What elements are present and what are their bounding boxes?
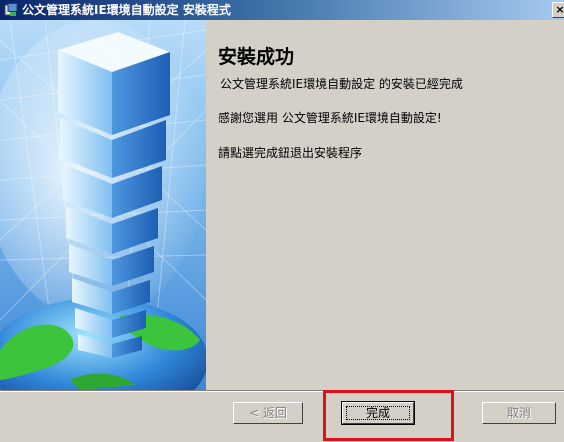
thanks-message: 感謝您選用 公文管理系統IE環境自動設定! xyxy=(218,111,442,125)
content-panel: 安裝成功 公文管理系統IE環境自動設定 的安裝已經完成 感謝您選用 公文管理系統… xyxy=(206,20,564,390)
separator-highlight xyxy=(0,391,564,392)
page-title: 安裝成功 xyxy=(218,46,295,68)
close-button[interactable]: × xyxy=(552,2,564,18)
tower-globe-illustration xyxy=(0,20,206,390)
installer-app-icon xyxy=(4,3,18,16)
installer-window: 公文管理系統IE環境自動設定 安裝程式 × 安裝成功 公文管理系統IE環境自動設… xyxy=(0,0,564,442)
title-bar[interactable]: 公文管理系統IE環境自動設定 安裝程式 × xyxy=(0,0,564,20)
close-icon: × xyxy=(555,3,564,16)
window-title: 公文管理系統IE環境自動設定 安裝程式 xyxy=(22,3,231,17)
instruction-message: 請點選完成鈕退出安裝程序 xyxy=(218,146,363,160)
highlight-box xyxy=(323,390,454,441)
completion-message: 公文管理系統IE環境自動設定 的安裝已經完成 xyxy=(220,77,463,91)
back-button[interactable]: < 返回 xyxy=(233,402,303,424)
cancel-button[interactable]: 取消 xyxy=(482,402,556,424)
